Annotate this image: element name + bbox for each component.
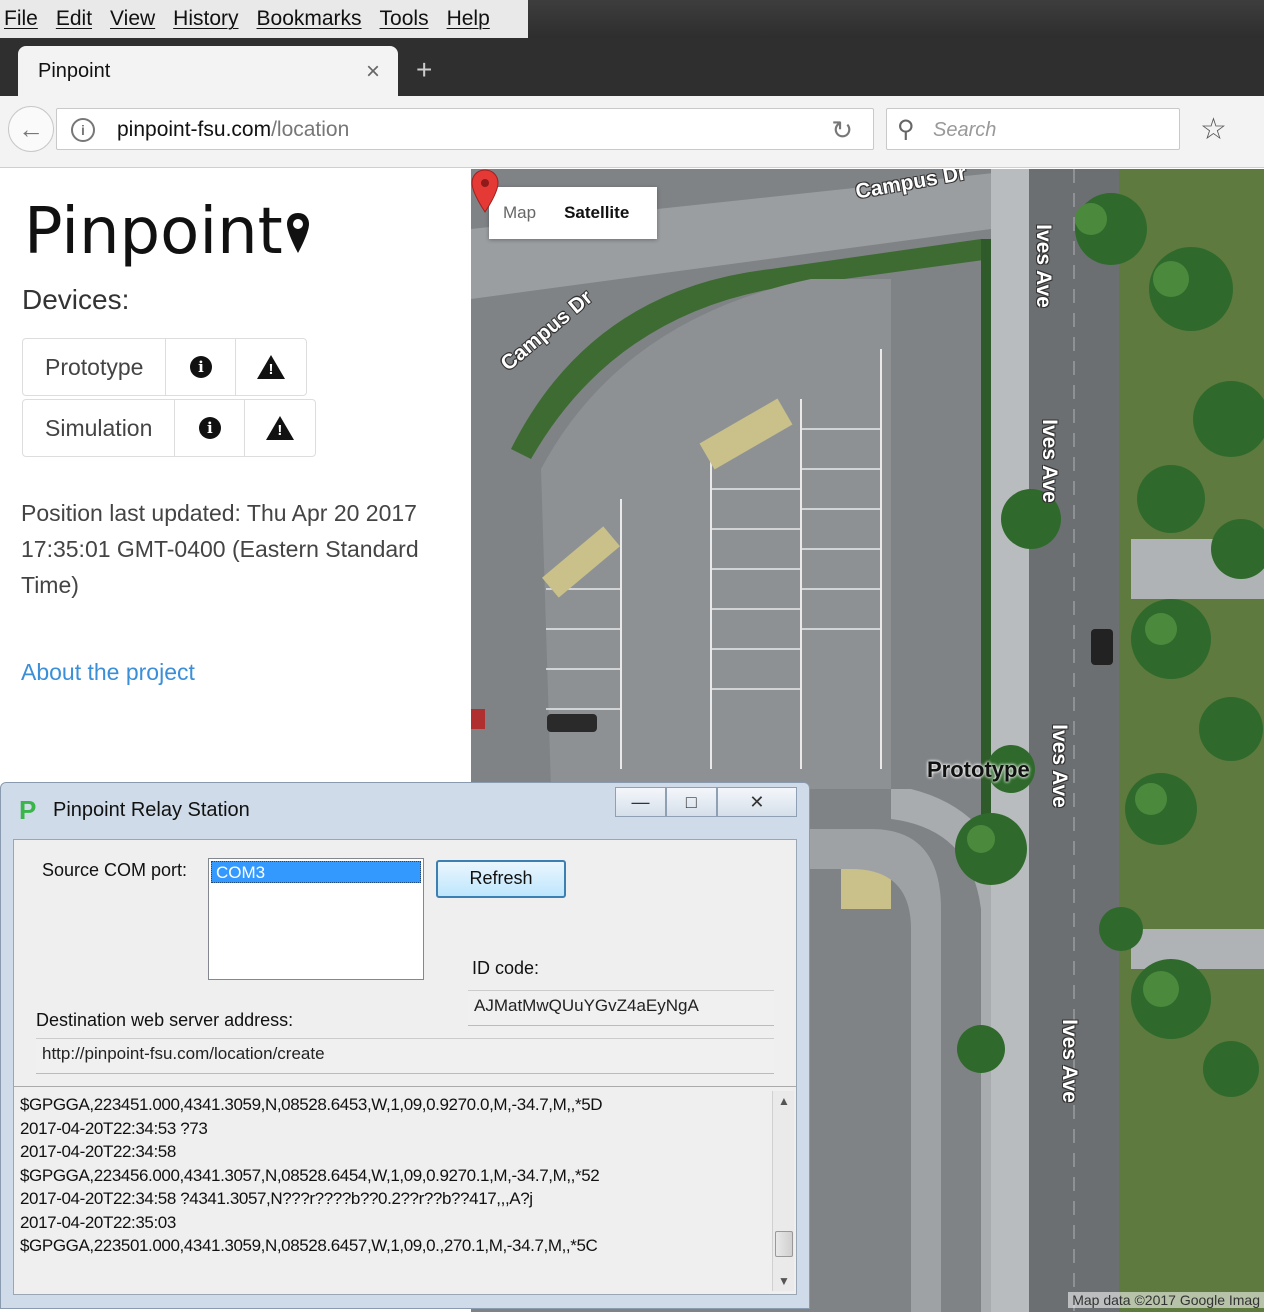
search-input[interactable]: ⚲ Search [886, 108, 1180, 150]
device-alert-button[interactable] [245, 400, 315, 456]
reload-icon[interactable]: ↻ [831, 115, 853, 146]
marker-label: Prototype [927, 757, 1030, 782]
window-titlebar[interactable]: P Pinpoint Relay Station — □ ✕ [1, 783, 809, 835]
scroll-up-icon[interactable]: ▲ [773, 1091, 795, 1111]
close-window-button[interactable]: ✕ [716, 787, 797, 817]
window-client-area: Source COM port: COM3 Refresh ID code: A… [13, 839, 797, 1295]
minimize-button[interactable]: — [615, 787, 666, 817]
street-label: Ives Ave [1057, 1019, 1081, 1103]
map-type-satellite-button[interactable]: Satellite [536, 203, 629, 223]
device-alert-button[interactable] [236, 339, 306, 395]
refresh-button[interactable]: Refresh [436, 860, 566, 898]
id-code-field[interactable]: AJMatMwQUuYGvZ4aEyNgA [468, 990, 774, 1026]
device-info-button[interactable]: i [175, 400, 246, 456]
bookmark-star-icon[interactable]: ☆ [1200, 112, 1227, 147]
street-label: Ives Ave [1031, 224, 1055, 308]
device-info-button[interactable]: i [166, 339, 237, 395]
back-arrow-icon: ← [18, 113, 44, 144]
page-sidebar: Pinpoint Devices: Prototype i Simulation… [0, 169, 471, 789]
device-name-button[interactable]: Prototype [23, 339, 167, 395]
id-code-label: ID code: [472, 958, 540, 978]
pinpoint-logo: Pinpoint [24, 195, 311, 269]
devices-heading: Devices: [22, 284, 130, 315]
window-controls: — □ ✕ [615, 787, 797, 817]
position-updated-text: Position last updated: Thu Apr 20 2017 1… [21, 500, 419, 598]
site-info-icon[interactable]: i [71, 118, 95, 142]
menu-help[interactable]: Help [447, 7, 490, 31]
tab-strip: Pinpoint × + [0, 38, 1264, 98]
search-icon: ⚲ [897, 116, 915, 143]
map-type-control: Map Satellite [489, 187, 657, 239]
info-icon: i [198, 417, 221, 439]
street-label: Ives Ave [1047, 724, 1071, 808]
log-line: 2017-04-20T22:35:03 [20, 1212, 176, 1232]
log-line: $GPGGA,223451.000,4341.3059,N,08528.6453… [20, 1095, 603, 1114]
window-title: Pinpoint Relay Station [53, 799, 250, 821]
destination-label: Destination web server address: [36, 1010, 294, 1030]
tab-title: Pinpoint [38, 60, 111, 82]
new-tab-button[interactable]: + [416, 54, 432, 86]
app-logo-icon: P [19, 795, 37, 825]
about-project-link[interactable]: About the project [21, 659, 195, 686]
search-placeholder: Search [933, 119, 997, 141]
menu-edit[interactable]: Edit [56, 7, 92, 31]
device-row-prototype: Prototype i [22, 338, 308, 396]
device-row-simulation: Simulation i [22, 399, 317, 457]
menu-tools[interactable]: Tools [380, 7, 429, 31]
log-line: 2017-04-20T22:34:58 ?4341.3057,N???r????… [20, 1189, 533, 1208]
close-tab-icon[interactable]: × [366, 58, 380, 86]
menu-file[interactable]: File [4, 7, 38, 31]
log-line: $GPGGA,223456.000,4341.3057,N,08528.6454… [20, 1165, 600, 1185]
menu-items: File Edit View History Bookmarks Tools H… [0, 0, 528, 38]
menu-history[interactable]: History [173, 7, 238, 31]
street-label: Ives Ave [1037, 419, 1061, 503]
source-com-label: Source COM port: [42, 860, 188, 880]
device-name-button[interactable]: Simulation [23, 400, 176, 456]
url-text[interactable]: pinpoint-fsu.com/location [117, 118, 349, 142]
scroll-down-icon[interactable]: ▼ [773, 1271, 795, 1291]
browser-tab[interactable]: Pinpoint × [18, 46, 398, 98]
location-pin-icon [286, 213, 309, 253]
warning-icon [266, 416, 295, 440]
log-line: $GPGGA,223501.000,4341.3059,N,08528.6457… [20, 1236, 598, 1255]
destination-url-field[interactable]: http://pinpoint-fsu.com/location/create [36, 1038, 774, 1074]
menu-bar: File Edit View History Bookmarks Tools H… [0, 0, 1264, 38]
relay-station-window: P Pinpoint Relay Station — □ ✕ Source CO… [0, 782, 810, 1309]
scrollbar-thumb[interactable] [775, 1231, 793, 1257]
menu-bookmarks[interactable]: Bookmarks [257, 7, 362, 31]
maximize-button[interactable]: □ [665, 787, 717, 817]
address-bar[interactable]: i pinpoint-fsu.com/location ↻ [56, 108, 874, 150]
back-button[interactable]: ← [8, 106, 54, 152]
menu-view[interactable]: View [110, 7, 155, 31]
url-path: /location [271, 118, 350, 141]
serial-log[interactable]: $GPGGA,223451.000,4341.3059,N,08528.6453… [14, 1086, 796, 1294]
log-line: 2017-04-20T22:34:53 ?73 [20, 1118, 208, 1138]
log-scrollbar[interactable]: ▲ ▼ [772, 1091, 794, 1291]
info-icon: i [189, 356, 212, 378]
com-port-item[interactable]: COM3 [211, 861, 421, 883]
map-attribution: Map data ©2017 Google Imag [1068, 1292, 1264, 1308]
nav-bar: ← i pinpoint-fsu.com/location ↻ ⚲ Search… [0, 96, 1264, 168]
url-host: pinpoint-fsu.com [117, 118, 272, 141]
logo-text: Pinpoint [24, 195, 283, 269]
map-marker-icon[interactable] [471, 169, 499, 213]
log-lines: $GPGGA,223451.000,4341.3059,N,08528.6453… [20, 1093, 603, 1258]
com-port-list[interactable]: COM3 [208, 858, 424, 980]
warning-icon [257, 355, 286, 379]
log-line: 2017-04-20T22:34:58 [20, 1142, 176, 1161]
